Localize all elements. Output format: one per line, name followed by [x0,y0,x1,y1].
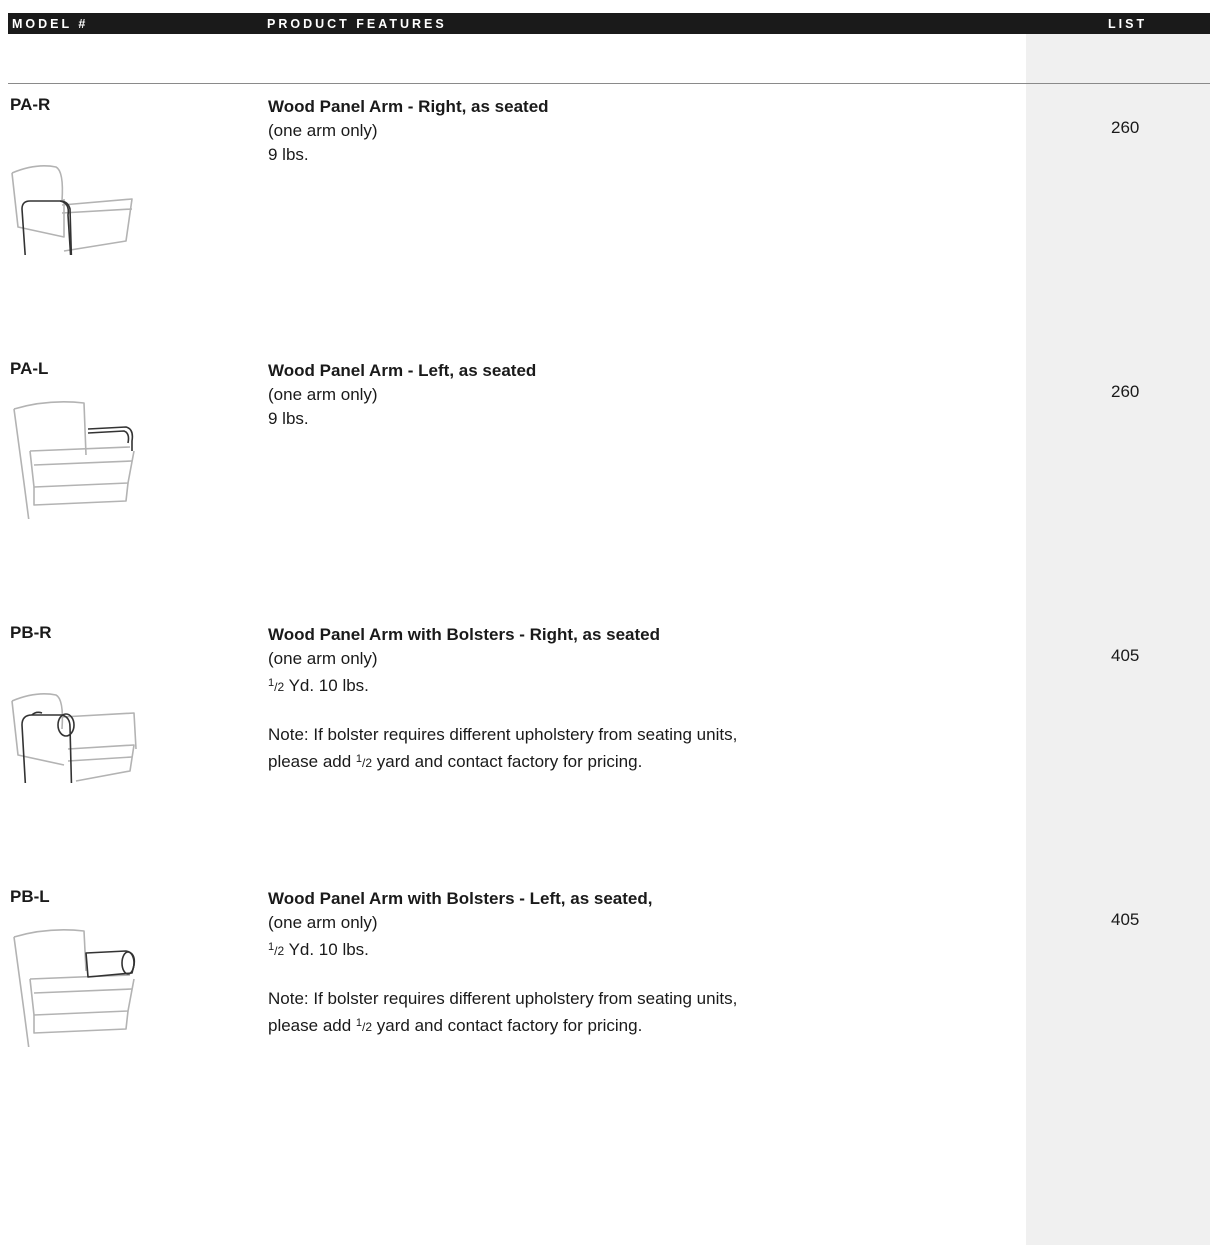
product-yardage-weight: 1/2 Yd. 10 lbs. [268,940,369,959]
product-qualifier: (one arm only) [268,385,378,404]
product-weight: 9 lbs. [268,145,309,164]
product-features: Wood Panel Arm - Right, as seated (one a… [268,95,549,167]
table-header-bar: MODEL # PRODUCT FEATURES LIST [8,13,1210,34]
model-number: PA-R [10,95,51,114]
product-title: Wood Panel Arm with Bolsters - Right, as… [268,625,661,644]
product-features: Wood Panel Arm with Bolsters - Right, as… [268,623,737,775]
lounge-chair-right-bolster-icon [11,693,137,783]
header-divider [8,83,1210,84]
product-yardage-weight: 1/2 Yd. 10 lbs. [268,676,369,695]
product-weight: 9 lbs. [268,409,309,428]
product-row: PA-L Wood Panel Arm - Left, as seated (o… [0,359,1210,599]
list-price: 260 [1111,118,1140,137]
lounge-chair-left-arm-icon [13,401,135,519]
product-title: Wood Panel Arm with Bolsters - Left, as … [268,889,653,908]
product-features: Wood Panel Arm - Left, as seated (one ar… [268,359,536,431]
model-number: PB-R [10,623,52,642]
list-column-header: LIST [1108,17,1148,31]
product-row: PB-L Wood Panel Arm with Bolsters - Left… [0,887,1210,1127]
model-number: PB-L [10,887,50,906]
lounge-chair-left-bolster-icon [13,929,136,1047]
bolster-note: Note: If bolster requires different upho… [268,989,738,1035]
product-row: PB-R Wood Panel Arm with Bolsters - Righ… [0,623,1210,863]
product-title: Wood Panel Arm - Right, as seated [268,97,549,116]
fraction: 1/2 [355,753,373,770]
fraction: 1/2 [268,941,285,958]
list-price: 260 [1111,382,1140,401]
product-row: PA-R Wood Panel Arm - Right, as seated (… [0,95,1210,335]
lounge-chair-right-arm-icon [11,165,133,255]
bolster-note: Note: If bolster requires different upho… [268,725,738,771]
fraction: 1/2 [268,677,285,694]
product-title: Wood Panel Arm - Left, as seated [268,361,537,380]
product-qualifier: (one arm only) [268,649,378,668]
model-number: PA-L [10,359,49,378]
product-qualifier: (one arm only) [268,913,378,932]
features-column-header: PRODUCT FEATURES [267,17,447,31]
list-price: 405 [1111,646,1140,665]
product-qualifier: (one arm only) [268,121,378,140]
list-price: 405 [1111,910,1140,929]
model-column-header: MODEL # [12,17,89,31]
fraction: 1/2 [355,1017,373,1034]
product-features: Wood Panel Arm with Bolsters - Left, as … [268,887,737,1039]
